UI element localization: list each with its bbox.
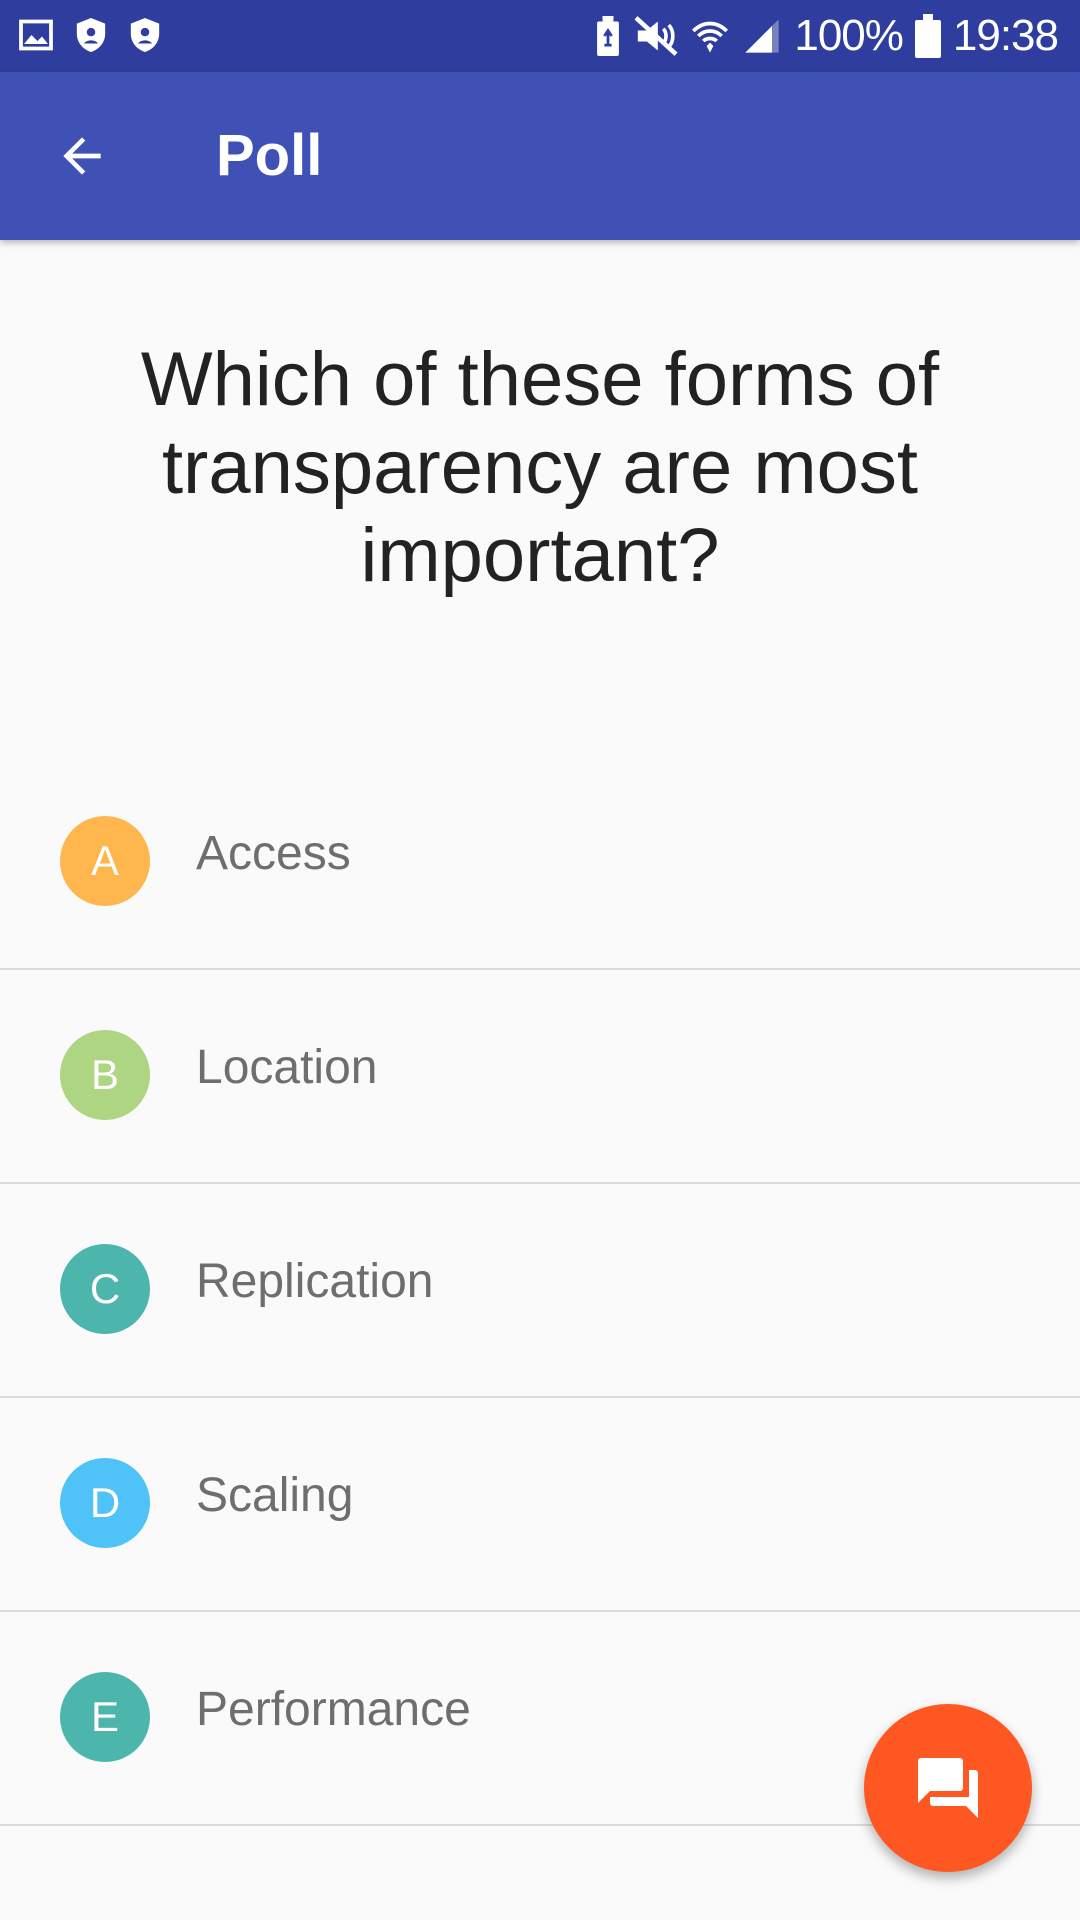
- clock: 19:38: [952, 11, 1059, 60]
- status-icons-right: 100% 19:38: [594, 10, 1059, 62]
- option-label: Replication: [196, 1255, 434, 1308]
- shield-icon: [76, 18, 106, 52]
- page-title: Poll: [216, 123, 323, 188]
- poll-option-d[interactable]: D Scaling: [0, 1398, 1080, 1612]
- wifi-icon: [692, 21, 729, 53]
- status-bar: 100% 19:38: [0, 0, 1080, 72]
- option-badge: A: [60, 816, 150, 906]
- option-label: Scaling: [196, 1469, 354, 1522]
- mute-icon: [634, 16, 678, 56]
- forum-chat-icon: [918, 1758, 978, 1818]
- option-badge: D: [60, 1458, 150, 1548]
- status-icons-left: [18, 16, 162, 54]
- option-badge: E: [60, 1672, 150, 1762]
- chat-fab-button[interactable]: [864, 1704, 1032, 1872]
- poll-option-a[interactable]: A Access: [0, 756, 1080, 970]
- poll-option-c[interactable]: C Replication: [0, 1184, 1080, 1398]
- battery-saver-icon: [597, 16, 620, 56]
- app-bar: Poll: [0, 72, 1080, 240]
- signal-icon: [745, 19, 780, 53]
- arrow-left-icon: [63, 137, 101, 175]
- battery-percent: 100%: [794, 11, 904, 60]
- option-label: Performance: [196, 1683, 471, 1736]
- back-button[interactable]: [44, 118, 120, 194]
- option-label: Access: [196, 827, 351, 880]
- poll-options: A Access B Location C Replication D Scal…: [0, 756, 1080, 1826]
- option-badge: C: [60, 1244, 150, 1334]
- option-label: Location: [196, 1041, 378, 1094]
- poll-question: Which of these forms of transparency are…: [140, 337, 940, 598]
- poll-option-b[interactable]: B Location: [0, 970, 1080, 1184]
- image-icon: [19, 19, 53, 51]
- battery-icon: [914, 14, 941, 58]
- shield-icon: [130, 18, 160, 52]
- option-badge: B: [60, 1030, 150, 1120]
